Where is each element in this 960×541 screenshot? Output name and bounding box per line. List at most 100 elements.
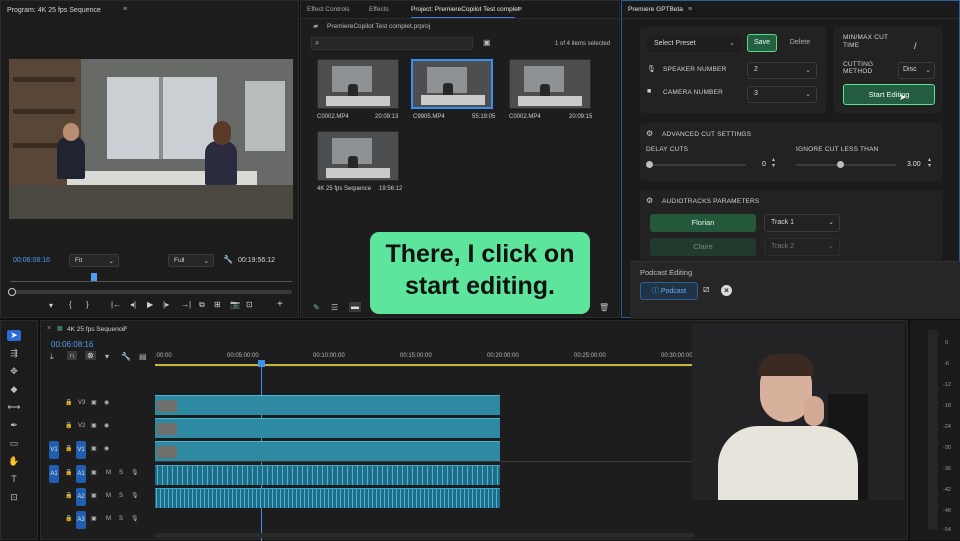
microphone-icon[interactable]: 🎙 <box>131 469 139 476</box>
stepper-icon[interactable]: ▴ ▾ <box>928 157 931 169</box>
source-patch-v1[interactable]: V1 <box>49 441 59 459</box>
eye-icon[interactable]: ◉ <box>104 399 109 406</box>
trash-icon[interactable]: 🗑 <box>599 303 609 312</box>
track-1-dropdown[interactable]: Track 1 ⌄ <box>764 214 840 232</box>
video-clip-v2[interactable] <box>155 418 500 438</box>
delay-cuts-slider[interactable] <box>648 164 746 166</box>
sequence-thumbnail[interactable] <box>317 131 399 181</box>
tab-project[interactable]: Project: PremiereCopilot Test complet <box>411 6 520 13</box>
go-to-in-icon[interactable]: |← <box>111 300 121 309</box>
lock-icon[interactable]: 🔒 <box>65 515 72 522</box>
overwrite-icon[interactable]: ⊞ <box>214 300 221 309</box>
clip-thumbnail[interactable] <box>317 59 399 109</box>
fit-dropdown[interactable]: Fit ⌄ <box>69 254 119 267</box>
rectangle-icon[interactable]: ▭ <box>7 438 21 449</box>
delay-cuts-value[interactable]: 0 <box>762 161 766 168</box>
eye-icon[interactable]: ◉ <box>104 445 109 452</box>
lock-icon[interactable]: 🔒 <box>65 469 72 476</box>
cutting-method-dropdown[interactable]: Disc ⌄ <box>898 62 935 79</box>
lock-icon[interactable]: 🔒 <box>65 492 72 499</box>
sync-lock-icon[interactable]: ▣ <box>91 445 97 452</box>
pencil-icon[interactable]: ✎ <box>313 303 320 312</box>
track-target-v1[interactable]: V1 <box>76 441 86 459</box>
podcast-button[interactable]: ⓘ Podcast <box>640 282 698 300</box>
marker-icon[interactable]: ▾ <box>49 301 53 310</box>
scrubber-handle[interactable] <box>8 288 16 296</box>
min-max-cut-value[interactable]: / <box>914 41 917 51</box>
selection-tool-icon[interactable]: ➤ <box>7 330 21 341</box>
playhead-marker[interactable] <box>91 273 97 281</box>
panel-menu-icon[interactable]: ≡ <box>688 6 692 13</box>
mute-button[interactable]: M <box>106 470 111 476</box>
save-button[interactable]: Save <box>747 34 777 52</box>
source-patch-a1[interactable]: A1 <box>49 465 59 483</box>
pen-icon[interactable]: ✒ <box>7 420 21 431</box>
type-icon[interactable]: T <box>7 474 21 484</box>
wrench-icon[interactable]: 🔧 <box>121 352 131 361</box>
slip-icon[interactable]: ⟷ <box>7 402 21 413</box>
caption-tool-icon[interactable]: ⊡ <box>7 492 21 503</box>
captions-icon[interactable]: ▤ <box>139 352 147 361</box>
eye-icon[interactable]: ◉ <box>104 422 109 429</box>
track-target-a1[interactable]: A1 <box>76 465 86 483</box>
razor-icon[interactable]: ◆ <box>7 384 21 395</box>
icon-view-icon[interactable]: ▬ <box>349 302 361 312</box>
clip-thumbnail-selected[interactable] <box>411 59 493 109</box>
image-icon[interactable]: ⧄ <box>703 284 709 295</box>
video-clip-v3[interactable] <box>155 395 500 415</box>
hand-icon[interactable]: ✋ <box>7 456 21 467</box>
ignore-cut-slider-handle[interactable] <box>837 161 844 168</box>
panel-menu-icon[interactable]: ≡ <box>123 325 127 332</box>
sync-lock-icon[interactable]: ▣ <box>91 515 97 522</box>
work-area-bar[interactable] <box>155 364 695 366</box>
track-target-a3[interactable]: A3 <box>76 511 86 529</box>
tab-effect-controls[interactable]: Effect Controls <box>307 6 350 13</box>
sync-lock-icon[interactable]: ▣ <box>91 492 97 499</box>
mute-button[interactable]: M <box>106 516 111 522</box>
ignore-cut-slider[interactable] <box>796 164 896 166</box>
list-view-icon[interactable]: ☰ <box>331 303 338 312</box>
lock-icon[interactable]: 🔒 <box>65 445 72 452</box>
mute-button[interactable]: M <box>106 493 111 499</box>
clip-thumbnail[interactable] <box>509 59 591 109</box>
track-select-icon[interactable]: ⇶ <box>7 348 21 359</box>
camera-icon[interactable]: 📷 <box>230 300 240 309</box>
out-point-icon[interactable]: } <box>86 300 89 309</box>
insert-icon[interactable]: ⧉ <box>199 300 205 310</box>
sync-lock-icon[interactable]: ▣ <box>91 399 97 406</box>
ignore-cut-value[interactable]: 3.00 <box>907 161 921 168</box>
wrench-icon[interactable]: 🔧 <box>223 255 233 264</box>
track-2-dropdown[interactable]: Track 2 ⌄ <box>764 238 840 256</box>
panel-menu-icon[interactable]: ≡ <box>518 6 522 13</box>
in-point-icon[interactable]: { <box>69 300 72 309</box>
close-icon[interactable]: × <box>721 285 732 296</box>
speaker-number-dropdown[interactable]: 2 ⌄ <box>747 62 817 79</box>
solo-button[interactable]: S <box>119 516 123 522</box>
ripple-edit-icon[interactable]: ✥ <box>7 366 21 377</box>
panel-menu-icon[interactable]: ≡ <box>123 6 127 13</box>
start-editing-button[interactable]: Start Editing <box>843 84 935 105</box>
solo-button[interactable]: S <box>119 470 123 476</box>
microphone-icon[interactable]: 🎙 <box>131 492 139 499</box>
go-to-out-icon[interactable]: →| <box>181 300 191 309</box>
add-button-icon[interactable]: + <box>277 299 283 310</box>
step-back-icon[interactable]: ◂| <box>130 300 136 309</box>
resolution-dropdown[interactable]: Full ⌄ <box>168 254 214 267</box>
stepper-icon[interactable]: ▴ ▾ <box>772 157 775 169</box>
camera-number-dropdown[interactable]: 3 ⌄ <box>747 86 817 103</box>
tab-effects[interactable]: Effects <box>369 6 389 13</box>
linked-selection-icon[interactable]: ⊗ <box>85 351 96 360</box>
delete-button[interactable]: Delete <box>783 34 817 52</box>
horizontal-scrollbar[interactable] <box>155 533 695 538</box>
close-icon[interactable]: × <box>47 325 51 332</box>
lock-icon[interactable]: 🔒 <box>65 422 72 429</box>
step-forward-icon[interactable]: |▸ <box>163 300 169 309</box>
speaker-2-name[interactable]: Claire <box>650 238 756 256</box>
audio-clip-a1[interactable] <box>155 465 500 485</box>
play-icon[interactable]: ▶ <box>147 300 153 309</box>
microphone-icon[interactable]: 🎙 <box>131 515 139 522</box>
solo-button[interactable]: S <box>119 493 123 499</box>
preset-dropdown[interactable]: Select Preset ⌄ <box>647 35 741 52</box>
button-editor-icon[interactable]: ⊡ <box>246 300 253 309</box>
sync-lock-icon[interactable]: ▣ <box>91 422 97 429</box>
